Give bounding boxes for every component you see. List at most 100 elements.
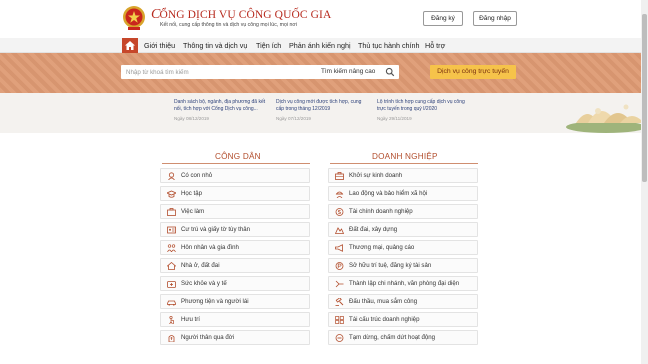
business-item-bidding-procurement[interactable]: Đấu thầu, mua sắm công (328, 294, 478, 309)
scrollbar-thumb[interactable] (642, 14, 647, 182)
search-box: Tìm kiếm nâng cao (121, 65, 399, 79)
business-item-trade-advertising[interactable]: Thương mại, quảng cáo (328, 240, 478, 255)
national-emblem-icon[interactable] (122, 4, 146, 32)
page: CỔNG DỊCH VỤ CÔNG QUỐC GIA Kết nối, cung… (0, 0, 648, 364)
news-date: Ngày 29/11/2019 (377, 116, 412, 121)
news-title[interactable]: Danh sách bộ, ngành, địa phương đã kết n… (174, 99, 266, 113)
list-item-label: Hôn nhân và gia đình (181, 244, 239, 251)
nav-item-utilities[interactable]: Tiện ích (256, 38, 281, 53)
site-title[interactable]: CỔNG DỊCH VỤ CÔNG QUỐC GIA (151, 7, 331, 23)
news-date: Ngày 08/12/2019 (174, 116, 209, 121)
nav-item-feedback[interactable]: Phản ánh kiến nghị (289, 38, 351, 53)
citizen-section-divider (162, 163, 310, 164)
news-title[interactable]: Dịch vụ công mới được tích hợp, cung cấp… (276, 99, 368, 113)
nav-item-about[interactable]: Giới thiệu (144, 38, 175, 53)
news-item[interactable]: Dịch vụ công mới được tích hợp, cung cấp… (276, 99, 368, 121)
home-icon (125, 41, 135, 50)
list-item-label: Việc làm (181, 208, 205, 215)
worker-icon (335, 191, 344, 198)
list-item-label: Học tập (181, 190, 203, 197)
citizen-item-education[interactable]: Học tập (160, 186, 310, 201)
briefcase-icon (167, 208, 176, 216)
list-item-label: Cư trú và giấy tờ tùy thân (181, 226, 251, 233)
search-banner: Tìm kiếm nâng cao Dịch vụ công trực tuyế… (0, 53, 648, 93)
business-item-finance[interactable]: Tài chính doanh nghiệp (328, 204, 478, 219)
house-icon (167, 262, 176, 270)
memorial-icon (168, 335, 175, 342)
advanced-search-link[interactable]: Tìm kiếm nâng cao (321, 65, 375, 79)
list-item-label: Đất đai, xây dựng (349, 226, 398, 233)
intellectual-property-icon (335, 262, 344, 270)
citizen-item-vehicles[interactable]: Phương tiện và người lái (160, 294, 310, 309)
business-item-land-construction[interactable]: Đất đai, xây dựng (328, 222, 478, 237)
list-item-label: Tạm dừng, chấm dứt hoạt động (349, 334, 436, 341)
list-item-label: Sở hữu trí tuệ, đăng ký tài sản (349, 262, 432, 269)
nav-home[interactable] (122, 38, 138, 53)
list-item-label: Thành lập chi nhánh, văn phòng đại diện (349, 280, 460, 287)
restructure-icon (335, 316, 344, 324)
business-section-title: DOANH NGHIỆP (372, 152, 438, 161)
business-list: Khởi sự kinh doanh Lao động và bảo hiểm … (328, 168, 478, 348)
site-title-text: ỔNG DỊCH VỤ CÔNG QUỐC GIA (159, 9, 332, 21)
list-item-label: Hưu trí (181, 316, 200, 323)
nav-item-support[interactable]: Hỗ trợ (425, 38, 445, 53)
search-icon[interactable] (385, 67, 395, 77)
business-section-divider (330, 163, 478, 164)
list-item-label: Sức khỏe và y tế (181, 280, 227, 287)
list-item-label: Có con nhỏ (181, 172, 213, 179)
citizen-item-bereavement[interactable]: Người thân qua đời (160, 330, 310, 345)
search-input[interactable] (121, 65, 311, 79)
register-button[interactable]: Đăng ký (423, 11, 463, 26)
news-title[interactable]: Lộ trình tích hợp cung cấp dịch vụ công … (377, 99, 469, 113)
stop-icon (335, 334, 344, 342)
business-item-suspend-terminate[interactable]: Tạm dừng, chấm dứt hoạt động (328, 330, 478, 345)
auction-icon (335, 298, 344, 306)
list-item-label: Tài chính doanh nghiệp (349, 208, 413, 215)
family-icon (167, 244, 176, 252)
list-item-label: Đấu thầu, mua sắm công (349, 298, 418, 305)
startup-icon (335, 172, 344, 180)
graduation-cap-icon (167, 190, 176, 198)
list-item-label: Nhà ở, đất đai (181, 262, 220, 269)
business-item-start-business[interactable]: Khởi sự kinh doanh (328, 168, 478, 183)
site-subtitle: Kết nối, cung cấp thông tin và dịch vụ c… (160, 22, 297, 28)
list-item-label: Khởi sự kinh doanh (349, 172, 403, 179)
nav-item-admin-procedures[interactable]: Thủ tục hành chính (358, 38, 420, 53)
medical-icon (167, 281, 176, 288)
main-nav: Giới thiệu Thông tin và dịch vụ Tiện ích… (0, 38, 648, 53)
list-item-label: Thương mại, quảng cáo (349, 244, 415, 251)
baby-icon (168, 172, 175, 180)
list-item-label: Tái cấu trúc doanh nghiệp (349, 316, 420, 323)
business-item-intellectual-property[interactable]: Sở hữu trí tuệ, đăng ký tài sản (328, 258, 478, 273)
retirement-icon (169, 316, 174, 324)
citizen-item-housing-land[interactable]: Nhà ở, đất đai (160, 258, 310, 273)
citizen-item-has-child[interactable]: Có con nhỏ (160, 168, 310, 183)
construction-icon (335, 227, 344, 234)
citizen-item-retirement[interactable]: Hưu trí (160, 312, 310, 327)
page-scrollbar[interactable] (641, 0, 648, 364)
citizen-item-residence-id[interactable]: Cư trú và giấy tờ tùy thân (160, 222, 310, 237)
business-item-branch-office[interactable]: Thành lập chi nhánh, văn phòng đại diện (328, 276, 478, 291)
nav-item-info-services[interactable]: Thông tin và dịch vụ (183, 38, 247, 53)
news-date: Ngày 07/12/2019 (276, 116, 311, 121)
list-item-label: Lao động và bảo hiểm xã hội (349, 190, 428, 197)
news-item[interactable]: Lộ trình tích hợp cung cấp dịch vụ công … (377, 99, 469, 121)
business-item-restructuring[interactable]: Tái cấu trúc doanh nghiệp (328, 312, 478, 327)
citizen-item-marriage-family[interactable]: Hôn nhân và gia đình (160, 240, 310, 255)
news-item[interactable]: Danh sách bộ, ngành, địa phương đã kết n… (174, 99, 266, 121)
citizen-list: Có con nhỏ Học tập Việc làm Cư trú và gi… (160, 168, 310, 348)
megaphone-icon (335, 244, 343, 252)
branch-office-icon (335, 280, 344, 288)
online-public-service-button[interactable]: Dịch vụ công trực tuyến (430, 65, 516, 79)
citizen-item-health[interactable]: Sức khỏe và y tế (160, 276, 310, 291)
citizen-item-employment[interactable]: Việc làm (160, 204, 310, 219)
news-strip: Danh sách bộ, ngành, địa phương đã kết n… (0, 93, 648, 133)
lotus-decoration-icon (536, 93, 648, 133)
car-icon (167, 300, 176, 306)
citizen-section-title: CÔNG DÂN (215, 152, 261, 161)
finance-icon (335, 208, 344, 216)
id-card-icon (167, 226, 176, 234)
login-button[interactable]: Đăng nhập (473, 11, 517, 26)
business-item-labor-insurance[interactable]: Lao động và bảo hiểm xã hội (328, 186, 478, 201)
header: CỔNG DỊCH VỤ CÔNG QUỐC GIA Kết nối, cung… (0, 0, 648, 38)
